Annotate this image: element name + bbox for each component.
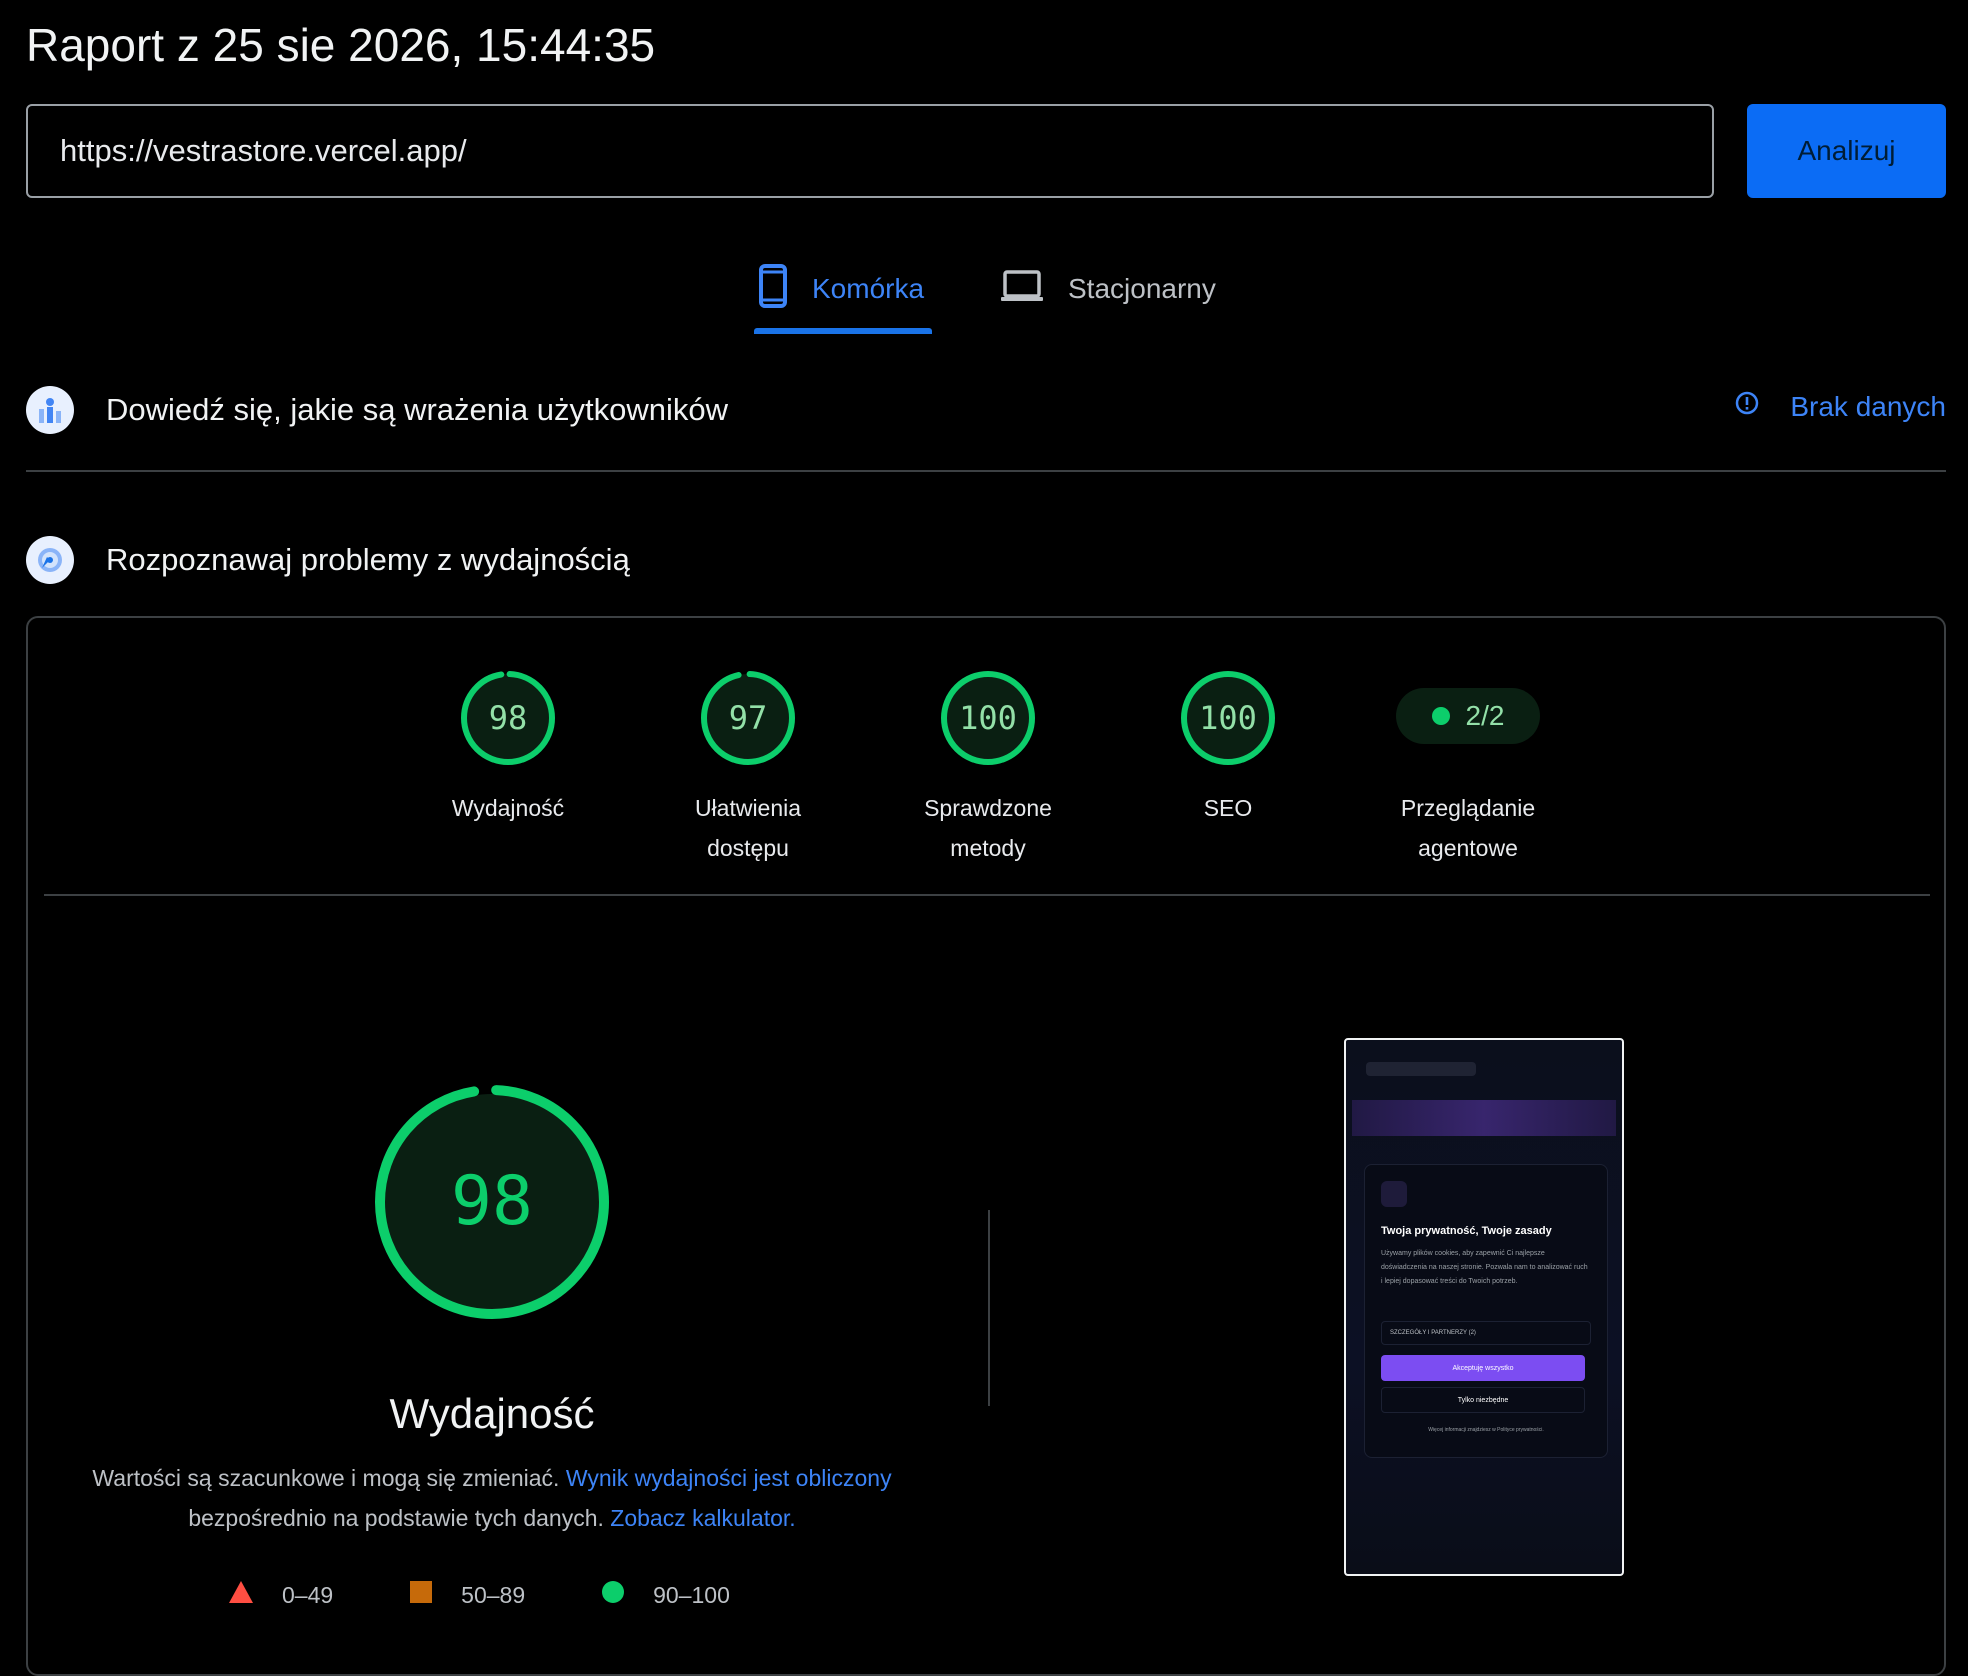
- legend-pass: 90–100: [601, 1580, 730, 1610]
- legend-fail: 0–49: [228, 1580, 333, 1610]
- page-screenshot-thumbnail[interactable]: Twoja prywatność, Twoje zasady Używamy p…: [1344, 1038, 1624, 1576]
- tab-desktop-label: Stacjonarny: [1068, 273, 1216, 304]
- cookie-necessary-button: Tylko niezbędne: [1381, 1387, 1585, 1413]
- circle-icon: [601, 1580, 625, 1610]
- gauge-label: Sprawdzone metody: [924, 795, 1052, 861]
- lab-panel: 98 Wydajność 97 Ułatwienia dostępu 100 Sp…: [26, 616, 1946, 1676]
- cookie-consent-card: Twoja prywatność, Twoje zasady Używamy p…: [1364, 1164, 1608, 1458]
- score-legend: 0–49 50–89 90–100: [228, 1580, 806, 1610]
- legend-average: 50–89: [409, 1580, 525, 1610]
- blurred-header: [1366, 1062, 1476, 1076]
- page-title: Raport z 25 sie 2026, 15:44:35: [26, 19, 656, 71]
- field-data-section: Dowiedź się, jakie są wrażenia użytkowni…: [26, 386, 1946, 434]
- lab-data-title: Rozpoznawaj problemy z wydajnością: [106, 542, 630, 577]
- url-input[interactable]: [58, 132, 1712, 170]
- score-value: 97: [729, 699, 768, 737]
- panel-divider: [44, 894, 1930, 896]
- analyze-button[interactable]: Analizuj: [1747, 104, 1946, 198]
- no-data-status[interactable]: Brak danych: [1734, 390, 1946, 423]
- calculator-link[interactable]: Zobacz kalkulator.: [610, 1505, 795, 1531]
- section-divider: [26, 470, 1946, 472]
- cookie-text: Używamy plików cookies, aby zapewnić Ci …: [1381, 1250, 1588, 1285]
- score-value: 98: [489, 699, 528, 737]
- agentic-pill: 2/2: [1396, 688, 1540, 744]
- cookie-accept-button: Akceptuję wszystko: [1381, 1355, 1585, 1381]
- users-chart-icon: [26, 386, 74, 434]
- performance-title: Wydajność: [389, 1390, 595, 1437]
- score-ring: 100: [1181, 671, 1275, 765]
- blurred-banner: [1352, 1100, 1616, 1136]
- laptop-icon: [1000, 269, 1044, 310]
- score-calculated-link[interactable]: Wynik wydajności jest obliczony: [566, 1465, 892, 1491]
- square-icon: [409, 1580, 433, 1610]
- gauge-label: Wydajność: [451, 795, 565, 821]
- gauge-best-practices[interactable]: 100 Sprawdzone metody: [883, 668, 1093, 868]
- cookie-footer: Więcej informacji znajdziesz w Polityce …: [1428, 1427, 1544, 1433]
- pass-dot-icon: [1431, 707, 1450, 725]
- performance-description: Wartości są szacunkowe i mogą się zmieni…: [92, 1465, 892, 1531]
- gauge-seo[interactable]: 100 SEO: [1123, 668, 1333, 828]
- lab-data-section: Rozpoznawaj problemy z wydajnością: [26, 536, 1946, 584]
- score-ring: 98: [461, 671, 555, 765]
- score-value: 100: [959, 699, 1017, 737]
- agentic-value: 2/2: [1465, 700, 1505, 731]
- no-data-label: Brak danych: [1790, 390, 1946, 422]
- gauge-label: SEO: [1203, 795, 1253, 821]
- gauge-label: Ułatwienia dostępu: [694, 795, 802, 861]
- gauge-icon: [26, 536, 74, 584]
- active-tab-indicator: [754, 328, 932, 334]
- score-value: 100: [1199, 699, 1257, 737]
- tab-mobile[interactable]: Komórka: [758, 263, 925, 316]
- cookie-icon: [1381, 1181, 1407, 1207]
- gauge-label: Przeglądanie agentowe: [1400, 795, 1536, 861]
- url-input-box[interactable]: [26, 104, 1714, 198]
- gauge-accessibility[interactable]: 97 Ułatwienia dostępu: [643, 668, 853, 868]
- vertical-divider: [988, 1210, 990, 1406]
- device-tabs: Komórka Stacjonarny: [0, 250, 1968, 336]
- score-ring: 100: [941, 671, 1035, 765]
- mobile-phone-icon: [758, 263, 788, 316]
- gauge-agentic-browsing[interactable]: 2/2 Przeglądanie agentowe: [1363, 668, 1573, 868]
- tab-mobile-label: Komórka: [812, 273, 925, 304]
- info-icon: [1734, 390, 1760, 423]
- cookie-details-select: SZCZEGÓŁY I PARTNERZY (2): [1381, 1321, 1591, 1345]
- cookie-title: Twoja prywatność, Twoje zasady: [1381, 1225, 1552, 1237]
- score-ring: 97: [701, 671, 795, 765]
- tab-desktop[interactable]: Stacjonarny: [1000, 264, 1216, 314]
- performance-score-value: 98: [451, 1162, 533, 1241]
- field-data-title: Dowiedź się, jakie są wrażenia użytkowni…: [106, 392, 728, 427]
- score-gauges: 98 Wydajność 97 Ułatwienia dostępu 100 Sp…: [28, 668, 1944, 861]
- performance-big-gauge: 98: [375, 1085, 609, 1319]
- gauge-performance[interactable]: 98 Wydajność: [403, 668, 613, 828]
- triangle-icon: [228, 1580, 254, 1610]
